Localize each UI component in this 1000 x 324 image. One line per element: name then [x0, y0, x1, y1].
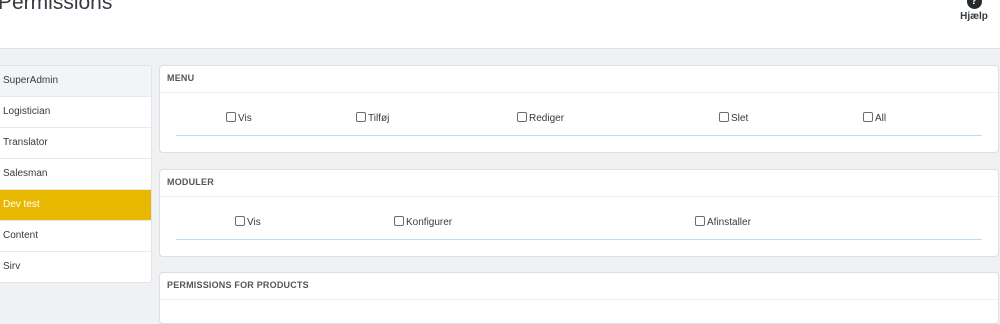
- checkbox-label: Tilføj: [368, 113, 390, 124]
- moduler-vis-checkbox[interactable]: Vis: [235, 216, 261, 228]
- menu-rediger-checkbox[interactable]: Rediger: [517, 112, 564, 124]
- checkbox-label: Slet: [731, 113, 749, 124]
- role-item-sirv[interactable]: Sirv: [0, 252, 151, 282]
- page-title: Permissions: [0, 0, 113, 14]
- checkbox-label: Konfigurer: [406, 217, 453, 228]
- menu-vis-checkbox[interactable]: Vis: [226, 112, 252, 124]
- role-item-superadmin[interactable]: SuperAdmin: [0, 66, 151, 97]
- role-item-logistician[interactable]: Logistician: [0, 97, 151, 128]
- checkbox-label: Afinstaller: [707, 217, 751, 228]
- role-item-content[interactable]: Content: [0, 221, 151, 252]
- checkbox-box[interactable]: [356, 112, 366, 122]
- moduler-konfigurer-checkbox[interactable]: Konfigurer: [394, 216, 452, 228]
- checkbox-box[interactable]: [517, 112, 527, 122]
- checkbox-box[interactable]: [226, 112, 236, 122]
- checkbox-box[interactable]: [695, 216, 705, 226]
- role-item-dev-test[interactable]: Dev test: [0, 190, 151, 221]
- checkbox-box[interactable]: [235, 216, 245, 226]
- menu-permissions-row: Vis Tilføj Rediger Slet All: [176, 93, 982, 136]
- help-button[interactable]: ? Hjælp: [954, 0, 994, 28]
- menu-all-checkbox[interactable]: All: [863, 112, 886, 124]
- role-item-salesman[interactable]: Salesman: [0, 159, 151, 190]
- help-icon: ?: [966, 0, 982, 9]
- page-header: Permissions ? Hjælp: [0, 0, 1000, 49]
- menu-panel-heading: MENU: [160, 66, 998, 93]
- moduler-panel-heading: MODULER: [160, 170, 998, 197]
- products-permissions-panel: PERMISSIONS FOR PRODUCTS: [159, 272, 999, 324]
- role-item-translator[interactable]: Translator: [0, 128, 151, 159]
- moduler-permissions-row: Vis Konfigurer Afinstaller: [176, 197, 982, 240]
- checkbox-label: All: [875, 113, 887, 124]
- menu-panel: MENU Vis Tilføj Rediger Slet All: [159, 65, 999, 153]
- checkbox-label: Rediger: [529, 113, 565, 124]
- checkbox-box[interactable]: [719, 112, 729, 122]
- moduler-afinstaller-checkbox[interactable]: Afinstaller: [695, 216, 751, 228]
- menu-slet-checkbox[interactable]: Slet: [719, 112, 748, 124]
- moduler-panel: MODULER Vis Konfigurer Afinstaller: [159, 169, 999, 257]
- menu-tilfoj-checkbox[interactable]: Tilføj: [356, 112, 389, 124]
- checkbox-box[interactable]: [863, 112, 873, 122]
- help-label: Hjælp: [960, 11, 988, 22]
- checkbox-label: Vis: [247, 217, 261, 228]
- checkbox-label: Vis: [238, 113, 252, 124]
- checkbox-box[interactable]: [394, 216, 404, 226]
- products-panel-heading: PERMISSIONS FOR PRODUCTS: [160, 273, 998, 300]
- role-list: SuperAdmin Logistician Translator Salesm…: [0, 65, 152, 283]
